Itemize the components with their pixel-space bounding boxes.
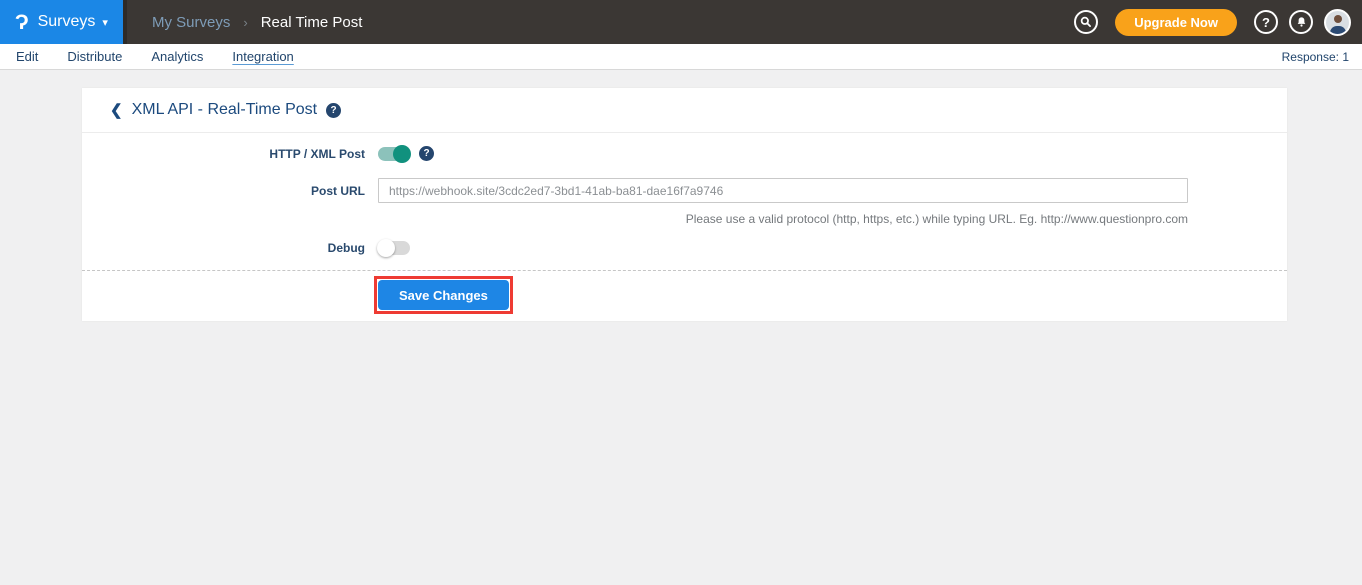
help-button[interactable]: ? (1254, 10, 1278, 34)
page-title: XML API - Real-Time Post (132, 101, 318, 119)
survey-subnav: Edit Distribute Analytics Integration Re… (0, 44, 1362, 70)
debug-label: Debug (82, 241, 365, 255)
save-changes-button[interactable]: Save Changes (378, 280, 509, 310)
product-switcher[interactable]: Ɂ Surveys ▾ (0, 0, 127, 44)
tab-analytics[interactable]: Analytics (151, 49, 203, 64)
post-url-row: Post URL (82, 178, 1188, 203)
search-button[interactable] (1074, 10, 1098, 34)
post-url-label: Post URL (82, 184, 365, 198)
breadcrumb: My Surveys › Real Time Post (152, 14, 362, 31)
save-highlight-box: Save Changes (374, 276, 513, 314)
http-xml-post-row: HTTP / XML Post ? (82, 146, 434, 161)
url-protocol-hint: Please use a valid protocol (http, https… (378, 212, 1188, 226)
breadcrumb-separator-icon: › (243, 15, 247, 30)
http-xml-post-help-icon[interactable]: ? (419, 146, 434, 161)
integration-settings-card: ❮ XML API - Real-Time Post ? HTTP / XML … (82, 88, 1287, 321)
tab-integration[interactable]: Integration (232, 49, 293, 64)
tab-edit[interactable]: Edit (16, 49, 38, 64)
question-mark-icon: ? (1262, 15, 1270, 30)
tab-distribute[interactable]: Distribute (67, 49, 122, 64)
post-url-input[interactable] (378, 178, 1188, 203)
back-chevron-icon[interactable]: ❮ (110, 101, 123, 119)
response-count: Response: 1 (1282, 50, 1362, 64)
http-xml-post-label: HTTP / XML Post (82, 147, 365, 161)
chevron-down-icon: ▾ (102, 16, 108, 29)
user-avatar[interactable] (1324, 9, 1351, 36)
debug-toggle[interactable] (378, 241, 410, 255)
questionpro-logo-icon: Ɂ (15, 12, 29, 33)
search-icon (1079, 15, 1093, 29)
bell-icon (1295, 16, 1308, 29)
http-xml-post-toggle[interactable] (378, 147, 410, 161)
footer-divider (82, 270, 1287, 271)
title-help-icon[interactable]: ? (326, 103, 341, 118)
card-header: ❮ XML API - Real-Time Post ? (82, 88, 1287, 133)
toggle-knob (377, 239, 395, 257)
subnav-tabs: Edit Distribute Analytics Integration (0, 49, 294, 64)
topbar-actions: Upgrade Now ? (1074, 9, 1362, 36)
toggle-knob (393, 145, 411, 163)
breadcrumb-current-survey: Real Time Post (261, 14, 363, 31)
upgrade-now-button[interactable]: Upgrade Now (1115, 9, 1237, 36)
breadcrumb-my-surveys[interactable]: My Surveys (152, 14, 230, 31)
debug-row: Debug (82, 241, 410, 255)
notifications-button[interactable] (1289, 10, 1313, 34)
top-navbar: Ɂ Surveys ▾ My Surveys › Real Time Post … (0, 0, 1362, 44)
product-name: Surveys (38, 13, 96, 31)
